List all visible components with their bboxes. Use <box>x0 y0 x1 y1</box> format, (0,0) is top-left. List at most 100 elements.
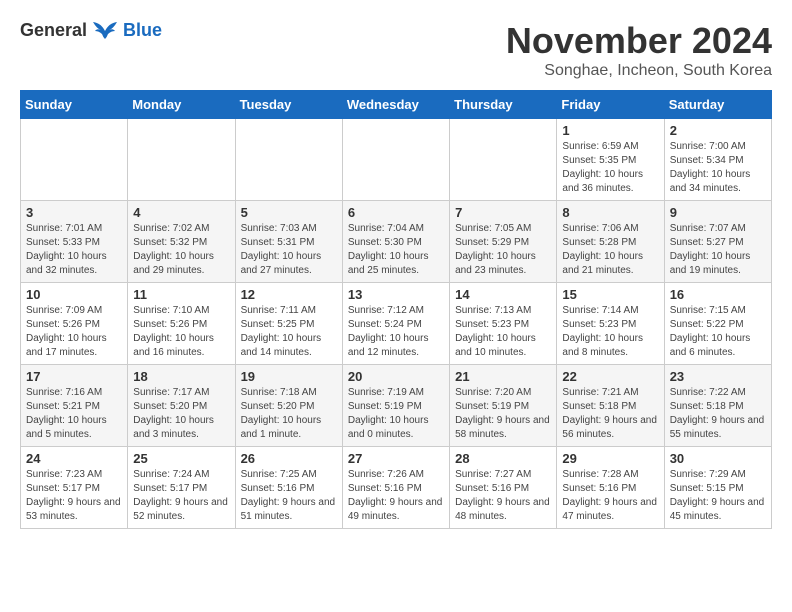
day-number: 3 <box>26 205 122 220</box>
day-cell: 12 Sunrise: 7:11 AM Sunset: 5:25 PM Dayli… <box>235 283 342 365</box>
day-number: 21 <box>455 369 551 384</box>
day-cell: 17 Sunrise: 7:16 AM Sunset: 5:21 PM Dayli… <box>21 365 128 447</box>
day-number: 27 <box>348 451 444 466</box>
day-cell: 26Sunrise: 7:25 AM Sunset: 5:16 PM Dayli… <box>235 447 342 529</box>
day-cell: 2 Sunrise: 7:00 AM Sunset: 5:34 PM Daylig… <box>664 119 771 201</box>
day-info: Sunrise: 7:04 AM Sunset: 5:30 PM Dayligh… <box>348 222 444 278</box>
day-cell: 14 Sunrise: 7:13 AM Sunset: 5:23 PM Dayli… <box>450 283 557 365</box>
day-number: 22 <box>562 369 658 384</box>
day-cell: 11 Sunrise: 7:10 AM Sunset: 5:26 PM Dayli… <box>128 283 235 365</box>
day-info: Sunrise: 7:10 AM Sunset: 5:26 PM Dayligh… <box>133 304 229 360</box>
week-row-5: 24 Sunrise: 7:23 AM Sunset: 5:17 PM Dayli… <box>21 447 772 529</box>
day-info: Sunrise: 7:05 AM Sunset: 5:29 PM Dayligh… <box>455 222 551 278</box>
logo-bird-icon <box>91 21 119 41</box>
page-header: General Blue November 2024 Songhae, Inch… <box>20 20 772 80</box>
day-number: 20 <box>348 369 444 384</box>
day-info: Sunrise: 7:00 AM Sunset: 5:34 PM Dayligh… <box>670 140 766 196</box>
day-cell: 24 Sunrise: 7:23 AM Sunset: 5:17 PM Dayli… <box>21 447 128 529</box>
day-number: 2 <box>670 123 766 138</box>
day-number: 25 <box>133 451 229 466</box>
day-info: Sunrise: 7:15 AM Sunset: 5:22 PM Dayligh… <box>670 304 766 360</box>
day-cell: 19Sunrise: 7:18 AM Sunset: 5:20 PM Dayli… <box>235 365 342 447</box>
day-cell: 4Sunrise: 7:02 AM Sunset: 5:32 PM Daylig… <box>128 201 235 283</box>
day-cell: 29 Sunrise: 7:28 AM Sunset: 5:16 PM Dayli… <box>557 447 664 529</box>
day-number: 18 <box>133 369 229 384</box>
header-thursday: Thursday <box>450 91 557 119</box>
day-number: 17 <box>26 369 122 384</box>
day-info: Sunrise: 7:28 AM Sunset: 5:16 PM Dayligh… <box>562 468 658 524</box>
day-info: Sunrise: 7:07 AM Sunset: 5:27 PM Dayligh… <box>670 222 766 278</box>
day-cell: 13Sunrise: 7:12 AM Sunset: 5:24 PM Dayli… <box>342 283 449 365</box>
day-number: 15 <box>562 287 658 302</box>
day-number: 28 <box>455 451 551 466</box>
day-number: 7 <box>455 205 551 220</box>
day-info: Sunrise: 7:01 AM Sunset: 5:33 PM Dayligh… <box>26 222 122 278</box>
day-cell <box>235 119 342 201</box>
day-number: 12 <box>241 287 337 302</box>
day-cell: 8 Sunrise: 7:06 AM Sunset: 5:28 PM Daylig… <box>557 201 664 283</box>
day-cell: 10Sunrise: 7:09 AM Sunset: 5:26 PM Dayli… <box>21 283 128 365</box>
header-saturday: Saturday <box>664 91 771 119</box>
day-info: Sunrise: 7:14 AM Sunset: 5:23 PM Dayligh… <box>562 304 658 360</box>
day-info: Sunrise: 6:59 AM Sunset: 5:35 PM Dayligh… <box>562 140 658 196</box>
day-number: 29 <box>562 451 658 466</box>
day-info: Sunrise: 7:21 AM Sunset: 5:18 PM Dayligh… <box>562 386 658 442</box>
day-cell: 18 Sunrise: 7:17 AM Sunset: 5:20 PM Dayli… <box>128 365 235 447</box>
day-cell: 22 Sunrise: 7:21 AM Sunset: 5:18 PM Dayli… <box>557 365 664 447</box>
day-info: Sunrise: 7:12 AM Sunset: 5:24 PM Dayligh… <box>348 304 444 360</box>
logo: General Blue <box>20 20 162 41</box>
day-number: 23 <box>670 369 766 384</box>
day-info: Sunrise: 7:29 AM Sunset: 5:15 PM Dayligh… <box>670 468 766 524</box>
day-cell: 3 Sunrise: 7:01 AM Sunset: 5:33 PM Daylig… <box>21 201 128 283</box>
day-cell: 30 Sunrise: 7:29 AM Sunset: 5:15 PM Dayli… <box>664 447 771 529</box>
day-number: 4 <box>133 205 229 220</box>
day-info: Sunrise: 7:27 AM Sunset: 5:16 PM Dayligh… <box>455 468 551 524</box>
day-number: 14 <box>455 287 551 302</box>
day-cell: 9Sunrise: 7:07 AM Sunset: 5:27 PM Daylig… <box>664 201 771 283</box>
week-row-3: 10Sunrise: 7:09 AM Sunset: 5:26 PM Dayli… <box>21 283 772 365</box>
day-info: Sunrise: 7:24 AM Sunset: 5:17 PM Dayligh… <box>133 468 229 524</box>
day-cell: 7 Sunrise: 7:05 AM Sunset: 5:29 PM Daylig… <box>450 201 557 283</box>
day-cell: 23 Sunrise: 7:22 AM Sunset: 5:18 PM Dayli… <box>664 365 771 447</box>
day-info: Sunrise: 7:16 AM Sunset: 5:21 PM Dayligh… <box>26 386 122 442</box>
header-sunday: Sunday <box>21 91 128 119</box>
day-cell <box>128 119 235 201</box>
day-number: 5 <box>241 205 337 220</box>
day-info: Sunrise: 7:22 AM Sunset: 5:18 PM Dayligh… <box>670 386 766 442</box>
day-cell: 21 Sunrise: 7:20 AM Sunset: 5:19 PM Dayli… <box>450 365 557 447</box>
day-number: 30 <box>670 451 766 466</box>
day-number: 10 <box>26 287 122 302</box>
day-info: Sunrise: 7:03 AM Sunset: 5:31 PM Dayligh… <box>241 222 337 278</box>
day-number: 11 <box>133 287 229 302</box>
day-cell: 20 Sunrise: 7:19 AM Sunset: 5:19 PM Dayli… <box>342 365 449 447</box>
week-row-4: 17 Sunrise: 7:16 AM Sunset: 5:21 PM Dayli… <box>21 365 772 447</box>
logo-general-text: General <box>20 20 87 41</box>
logo-blue-text: Blue <box>123 20 162 41</box>
day-info: Sunrise: 7:13 AM Sunset: 5:23 PM Dayligh… <box>455 304 551 360</box>
day-info: Sunrise: 7:06 AM Sunset: 5:28 PM Dayligh… <box>562 222 658 278</box>
day-number: 16 <box>670 287 766 302</box>
day-info: Sunrise: 7:11 AM Sunset: 5:25 PM Dayligh… <box>241 304 337 360</box>
day-cell: 25 Sunrise: 7:24 AM Sunset: 5:17 PM Dayli… <box>128 447 235 529</box>
day-number: 8 <box>562 205 658 220</box>
month-title: November 2024 <box>506 20 772 62</box>
day-cell <box>450 119 557 201</box>
day-info: Sunrise: 7:17 AM Sunset: 5:20 PM Dayligh… <box>133 386 229 442</box>
day-info: Sunrise: 7:19 AM Sunset: 5:19 PM Dayligh… <box>348 386 444 442</box>
day-info: Sunrise: 7:20 AM Sunset: 5:19 PM Dayligh… <box>455 386 551 442</box>
day-cell: 27Sunrise: 7:26 AM Sunset: 5:16 PM Dayli… <box>342 447 449 529</box>
day-cell <box>21 119 128 201</box>
day-info: Sunrise: 7:18 AM Sunset: 5:20 PM Dayligh… <box>241 386 337 442</box>
day-cell: 16 Sunrise: 7:15 AM Sunset: 5:22 PM Dayli… <box>664 283 771 365</box>
day-cell: 6 Sunrise: 7:04 AM Sunset: 5:30 PM Daylig… <box>342 201 449 283</box>
header-monday: Monday <box>128 91 235 119</box>
header-row: SundayMondayTuesdayWednesdayThursdayFrid… <box>21 91 772 119</box>
day-info: Sunrise: 7:23 AM Sunset: 5:17 PM Dayligh… <box>26 468 122 524</box>
day-number: 6 <box>348 205 444 220</box>
day-cell: 15 Sunrise: 7:14 AM Sunset: 5:23 PM Dayli… <box>557 283 664 365</box>
day-number: 24 <box>26 451 122 466</box>
title-block: November 2024 Songhae, Incheon, South Ko… <box>506 20 772 80</box>
day-cell: 5 Sunrise: 7:03 AM Sunset: 5:31 PM Daylig… <box>235 201 342 283</box>
week-row-1: 1Sunrise: 6:59 AM Sunset: 5:35 PM Daylig… <box>21 119 772 201</box>
day-cell: 1Sunrise: 6:59 AM Sunset: 5:35 PM Daylig… <box>557 119 664 201</box>
